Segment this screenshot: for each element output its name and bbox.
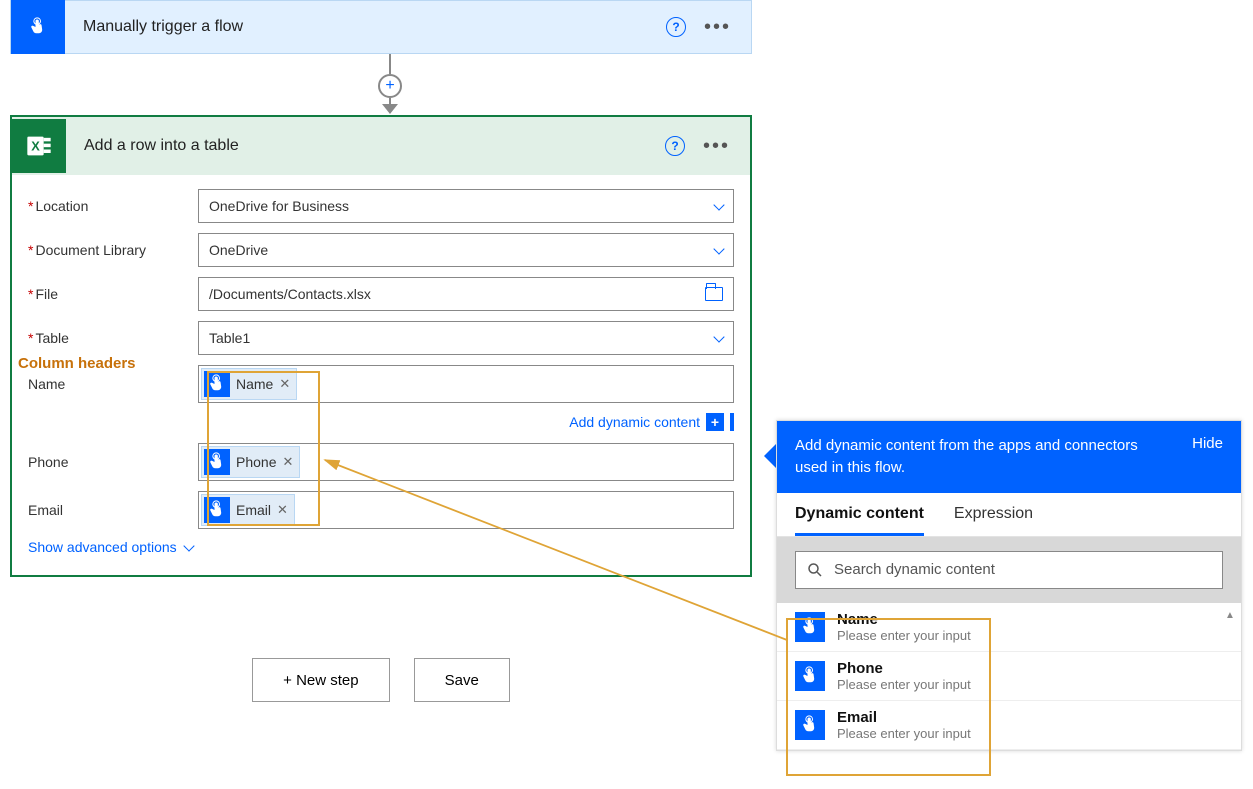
- table-value: Table1: [209, 330, 250, 346]
- search-input[interactable]: Search dynamic content: [795, 551, 1223, 589]
- touch-icon: [204, 371, 230, 397]
- label-name: Name: [28, 376, 198, 392]
- chevron-down-icon: [713, 331, 724, 342]
- token-label: Name: [236, 376, 273, 392]
- save-button[interactable]: Save: [414, 658, 510, 702]
- label-table: Table: [28, 330, 198, 346]
- touch-icon: [11, 0, 65, 54]
- add-dynamic-content-icon: +: [706, 413, 724, 431]
- annotation-column-headers: Column headers: [18, 355, 136, 372]
- show-advanced-options-label: Show advanced options: [28, 539, 177, 555]
- tab-expression[interactable]: Expression: [954, 505, 1033, 536]
- token-label: Email: [236, 502, 271, 518]
- show-advanced-options-link[interactable]: Show advanced options: [28, 539, 734, 555]
- token-name[interactable]: Name ✕: [201, 368, 297, 400]
- token-phone[interactable]: Phone ✕: [201, 446, 300, 478]
- excel-icon: X: [12, 119, 66, 173]
- dyn-item-title: Name: [837, 611, 971, 628]
- label-doclib: Document Library: [28, 242, 198, 258]
- label-file: File: [28, 286, 198, 302]
- action-title: Add a row into a table: [66, 137, 665, 155]
- file-picker[interactable]: /Documents/Contacts.xlsx: [198, 277, 734, 311]
- label-email: Email: [28, 502, 198, 518]
- name-input[interactable]: Name ✕: [198, 365, 734, 403]
- tab-dynamic-content[interactable]: Dynamic content: [795, 505, 924, 536]
- search-icon: [806, 561, 824, 579]
- dyn-item-title: Email: [837, 709, 971, 726]
- doclib-value: OneDrive: [209, 242, 268, 258]
- chevron-down-icon: [713, 199, 724, 210]
- svg-text:X: X: [31, 139, 40, 154]
- trigger-card[interactable]: Manually trigger a flow ? •••: [10, 0, 752, 54]
- label-location: Location: [28, 198, 198, 214]
- chevron-down-icon: [713, 243, 724, 254]
- dynamic-content-panel: Add dynamic content from the apps and co…: [776, 420, 1242, 751]
- dyn-item-name[interactable]: NamePlease enter your input: [777, 603, 1241, 652]
- help-icon[interactable]: ?: [665, 136, 685, 156]
- new-step-button[interactable]: + New step: [252, 658, 389, 702]
- panel-notch: [764, 444, 776, 468]
- file-value: /Documents/Contacts.xlsx: [209, 286, 371, 302]
- remove-token-icon[interactable]: ✕: [279, 376, 290, 392]
- hide-panel-link[interactable]: Hide: [1192, 435, 1223, 452]
- dyn-item-email[interactable]: EmailPlease enter your input: [777, 701, 1241, 750]
- dyn-item-subtitle: Please enter your input: [837, 677, 971, 692]
- location-value: OneDrive for Business: [209, 198, 349, 214]
- table-select[interactable]: Table1: [198, 321, 734, 355]
- help-icon[interactable]: ?: [666, 17, 686, 37]
- touch-icon: [795, 710, 825, 740]
- remove-token-icon[interactable]: ✕: [277, 502, 288, 518]
- touch-icon: [204, 449, 230, 475]
- phone-input[interactable]: Phone ✕: [198, 443, 734, 481]
- panel-description: Add dynamic content from the apps and co…: [795, 435, 1155, 479]
- remove-token-icon[interactable]: ✕: [282, 454, 293, 470]
- touch-icon: [795, 661, 825, 691]
- scroll-up-icon[interactable]: [1225, 605, 1239, 619]
- token-label: Phone: [236, 454, 276, 470]
- label-phone: Phone: [28, 454, 198, 470]
- location-select[interactable]: OneDrive for Business: [198, 189, 734, 223]
- dyn-item-subtitle: Please enter your input: [837, 726, 971, 741]
- chevron-down-icon: [183, 540, 194, 551]
- token-email[interactable]: Email ✕: [201, 494, 295, 526]
- touch-icon: [795, 612, 825, 642]
- dyn-item-subtitle: Please enter your input: [837, 628, 971, 643]
- dyn-item-phone[interactable]: PhonePlease enter your input: [777, 652, 1241, 701]
- email-input[interactable]: Email ✕: [198, 491, 734, 529]
- insert-step-button[interactable]: +: [378, 74, 402, 98]
- trigger-title: Manually trigger a flow: [65, 18, 666, 36]
- add-dynamic-content-label: Add dynamic content: [569, 414, 700, 430]
- doclib-select[interactable]: OneDrive: [198, 233, 734, 267]
- dyn-item-title: Phone: [837, 660, 971, 677]
- add-dynamic-content-link[interactable]: Add dynamic content +: [198, 413, 734, 431]
- folder-icon: [705, 287, 723, 301]
- touch-icon: [204, 497, 230, 523]
- flow-connector: +: [378, 54, 402, 114]
- search-placeholder: Search dynamic content: [834, 561, 995, 578]
- action-card: X Add a row into a table ? ••• Location …: [10, 115, 752, 577]
- action-header[interactable]: X Add a row into a table ? •••: [12, 117, 750, 175]
